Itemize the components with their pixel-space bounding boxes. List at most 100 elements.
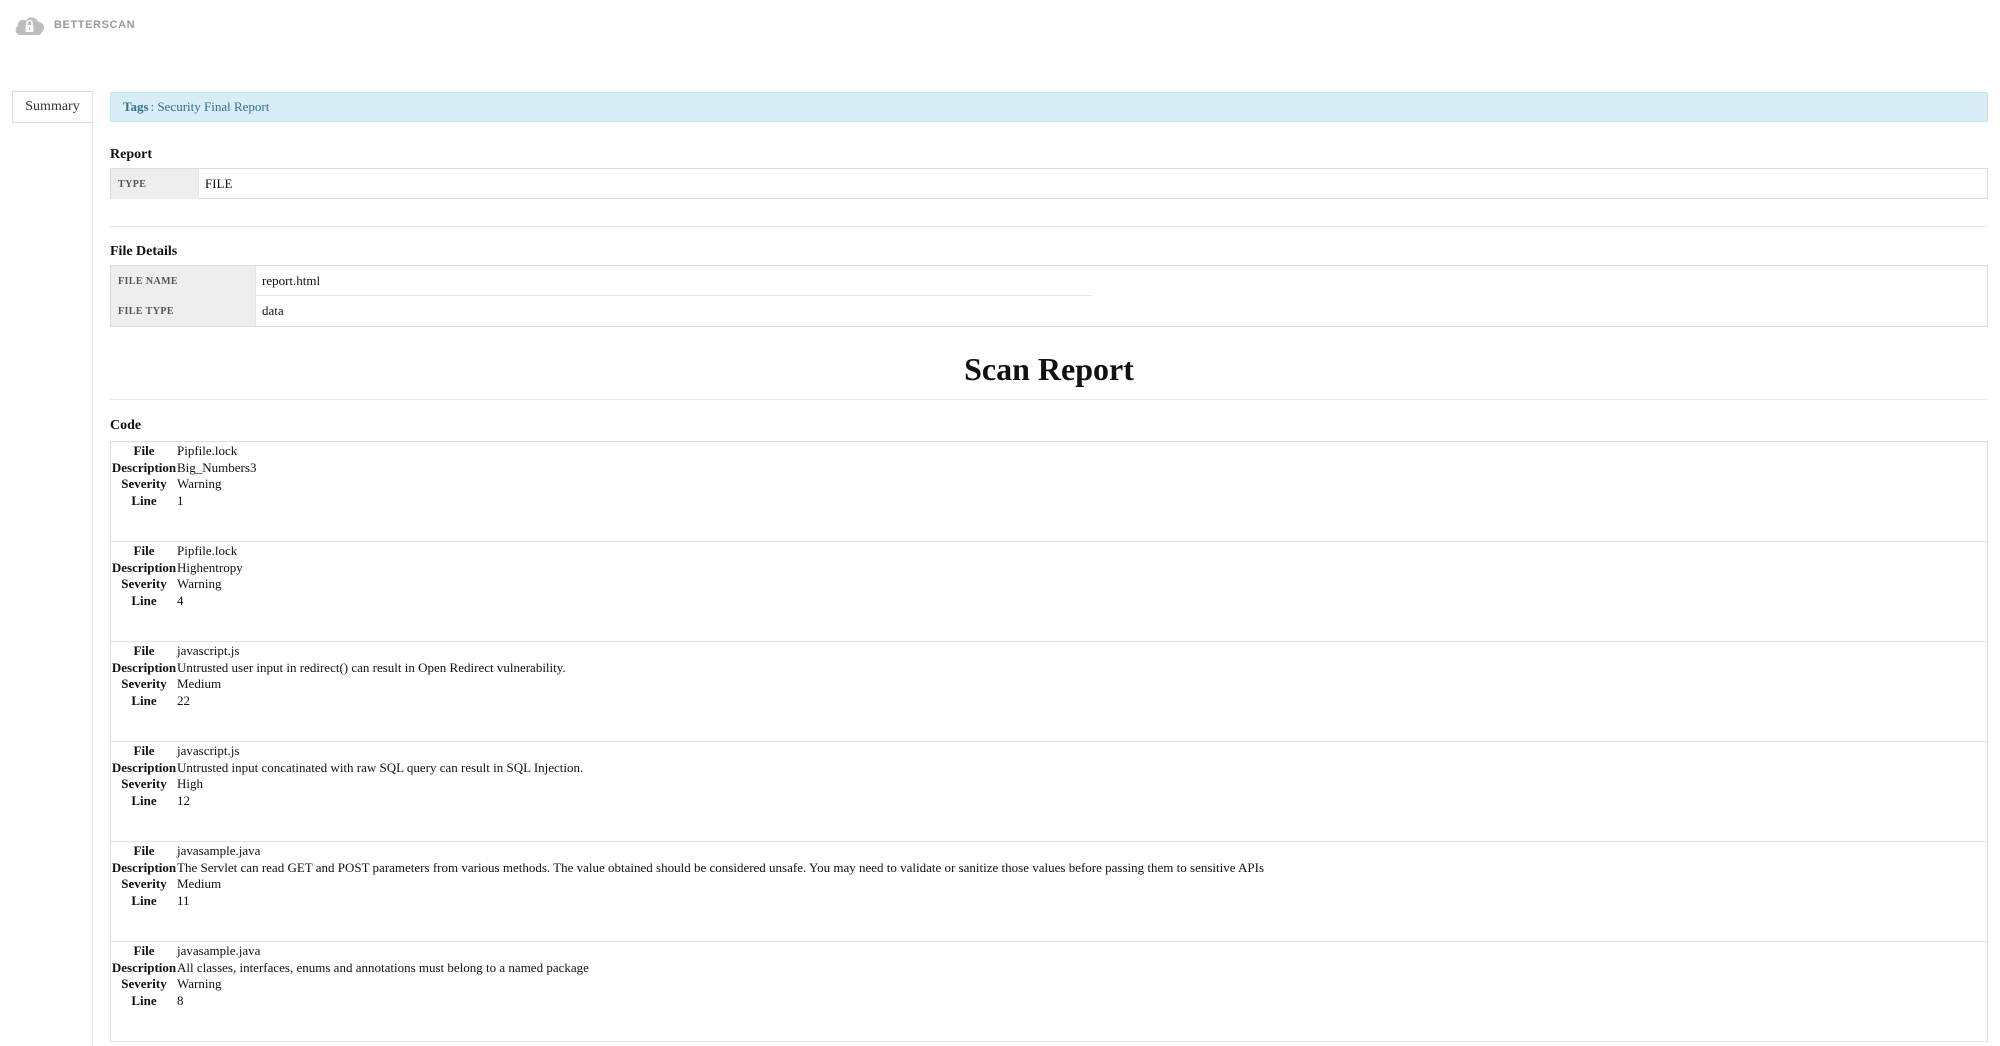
finding-line-label: Line [131, 592, 157, 608]
finding-line-label: Line [131, 792, 157, 808]
finding-description-label: Description [111, 559, 177, 575]
finding-file-label: File [133, 843, 155, 859]
finding-description-label: Description [111, 459, 177, 475]
finding-description-row: Description Big_Numbers3 [111, 460, 1987, 477]
finding-line-row: Line 22 [111, 693, 1987, 710]
file-type-key: FILE TYPE [111, 296, 256, 326]
report-type-value: FILE [205, 176, 233, 191]
finding-file-label: File [133, 643, 155, 659]
finding-description-label: Description [111, 759, 177, 775]
finding-description-row: Description The Servlet can read GET and… [111, 860, 1987, 877]
finding-description: All classes, interfaces, enums and annot… [177, 959, 589, 975]
main-content: Tags: Security Final Report Report TYPE … [110, 92, 1988, 1042]
finding-severity: High [177, 776, 203, 792]
finding-severity-label: Severity [121, 876, 167, 892]
finding-severity-label: Severity [121, 476, 167, 492]
finding-severity-label: Severity [121, 676, 167, 692]
finding-description: The Servlet can read GET and POST parame… [177, 859, 1265, 875]
report-row-type: TYPE FILE [111, 169, 1987, 199]
finding-severity-label: Severity [121, 776, 167, 792]
finding-line: 4 [177, 592, 184, 608]
finding-line-row: Line 11 [111, 893, 1987, 910]
finding-file-row: File javascript.js [111, 643, 1987, 660]
file-details-section-title: File Details [110, 244, 178, 259]
finding-file-label: File [133, 443, 155, 459]
finding-description-label: Description [111, 859, 177, 875]
cloud-lock-icon [13, 13, 46, 37]
file-details-table: FILE NAME report.html FILE TYPE data [110, 265, 1988, 327]
file-name-value: report.html [256, 266, 1092, 296]
tags-value[interactable]: Security Final Report [157, 99, 269, 115]
finding-line-label: Line [131, 892, 157, 908]
scan-report-title: Scan Report [964, 351, 1134, 387]
finding-file-label: File [133, 543, 155, 559]
finding-severity: Medium [177, 876, 222, 892]
brand-logo[interactable]: BETTERSCAN [13, 13, 135, 37]
finding-file-row: File javasample.java [111, 843, 1987, 860]
finding-file: javascript.js [177, 643, 240, 659]
finding-file: javascript.js [177, 743, 240, 759]
finding-item: File javascript.js Description Untrusted… [111, 642, 1987, 742]
finding-item: File javasample.java Description The Ser… [111, 842, 1987, 942]
finding-description: Untrusted input concatinated with raw SQ… [177, 759, 584, 775]
finding-line: 1 [177, 492, 184, 508]
finding-file-row: File Pipfile.lock [111, 443, 1987, 460]
tags-bar: Tags: Security Final Report [110, 92, 1988, 122]
finding-item: File Pipfile.lock Description Highentrop… [111, 542, 1987, 642]
finding-description-row: Description Untrusted input concatinated… [111, 760, 1987, 777]
finding-item: File javascript.js Description Untrusted… [111, 742, 1987, 842]
file-name-row: FILE NAME report.html [111, 266, 1987, 296]
finding-severity: Warning [177, 476, 222, 492]
report-type-key: TYPE [111, 169, 199, 199]
code-findings-list: File Pipfile.lock Description Big_Number… [110, 441, 1988, 1042]
finding-line: 12 [177, 792, 190, 808]
finding-file: javasample.java [177, 943, 261, 959]
code-section-title: Code [110, 418, 142, 433]
finding-severity: Medium [177, 676, 222, 692]
finding-description-row: Description All classes, interfaces, enu… [111, 960, 1987, 977]
finding-file-label: File [133, 743, 155, 759]
finding-file-label: File [133, 943, 155, 959]
finding-description-label: Description [111, 959, 177, 975]
finding-line-row: Line 12 [111, 793, 1987, 810]
finding-severity: Warning [177, 976, 222, 992]
finding-line-label: Line [131, 992, 157, 1008]
finding-severity: Warning [177, 576, 222, 592]
finding-description-row: Description Untrusted user input in redi… [111, 660, 1987, 677]
finding-file-row: File javascript.js [111, 743, 1987, 760]
brand-name: BETTERSCAN [54, 19, 136, 31]
finding-line-label: Line [131, 692, 157, 708]
finding-severity-label: Severity [121, 976, 167, 992]
finding-description: Big_Numbers3 [177, 459, 257, 475]
finding-item: File Pipfile.lock Description Big_Number… [111, 442, 1987, 542]
finding-severity-label: Severity [121, 576, 167, 592]
tags-label: Tags [123, 99, 149, 114]
finding-item: File javasample.java Description All cla… [111, 942, 1987, 1042]
finding-file: Pipfile.lock [177, 543, 238, 559]
finding-severity-row: Severity Warning [111, 476, 1987, 493]
finding-severity-row: Severity Medium [111, 876, 1987, 893]
finding-line: 11 [177, 892, 190, 908]
finding-line-label: Line [131, 492, 157, 508]
finding-severity-row: Severity Warning [111, 576, 1987, 593]
file-name-key: FILE NAME [111, 266, 256, 296]
file-type-row: FILE TYPE data [111, 296, 1987, 326]
finding-description: Highentropy [177, 559, 243, 575]
finding-severity-row: Severity Medium [111, 676, 1987, 693]
file-type-value: data [262, 303, 284, 318]
finding-file: Pipfile.lock [177, 443, 238, 459]
left-rail-divider [92, 91, 93, 1046]
finding-line-row: Line 4 [111, 593, 1987, 610]
finding-severity-row: Severity Warning [111, 976, 1987, 993]
finding-description-label: Description [111, 659, 177, 675]
finding-line: 22 [177, 692, 190, 708]
report-table: TYPE FILE [110, 168, 1988, 199]
finding-file-row: File javasample.java [111, 943, 1987, 960]
finding-description: Untrusted user input in redirect() can r… [177, 659, 566, 675]
finding-file: javasample.java [177, 843, 261, 859]
finding-severity-row: Severity High [111, 776, 1987, 793]
tab-summary[interactable]: Summary [12, 91, 92, 123]
finding-file-row: File Pipfile.lock [111, 543, 1987, 560]
finding-line-row: Line 8 [111, 993, 1987, 1010]
report-section-title: Report [110, 147, 152, 162]
